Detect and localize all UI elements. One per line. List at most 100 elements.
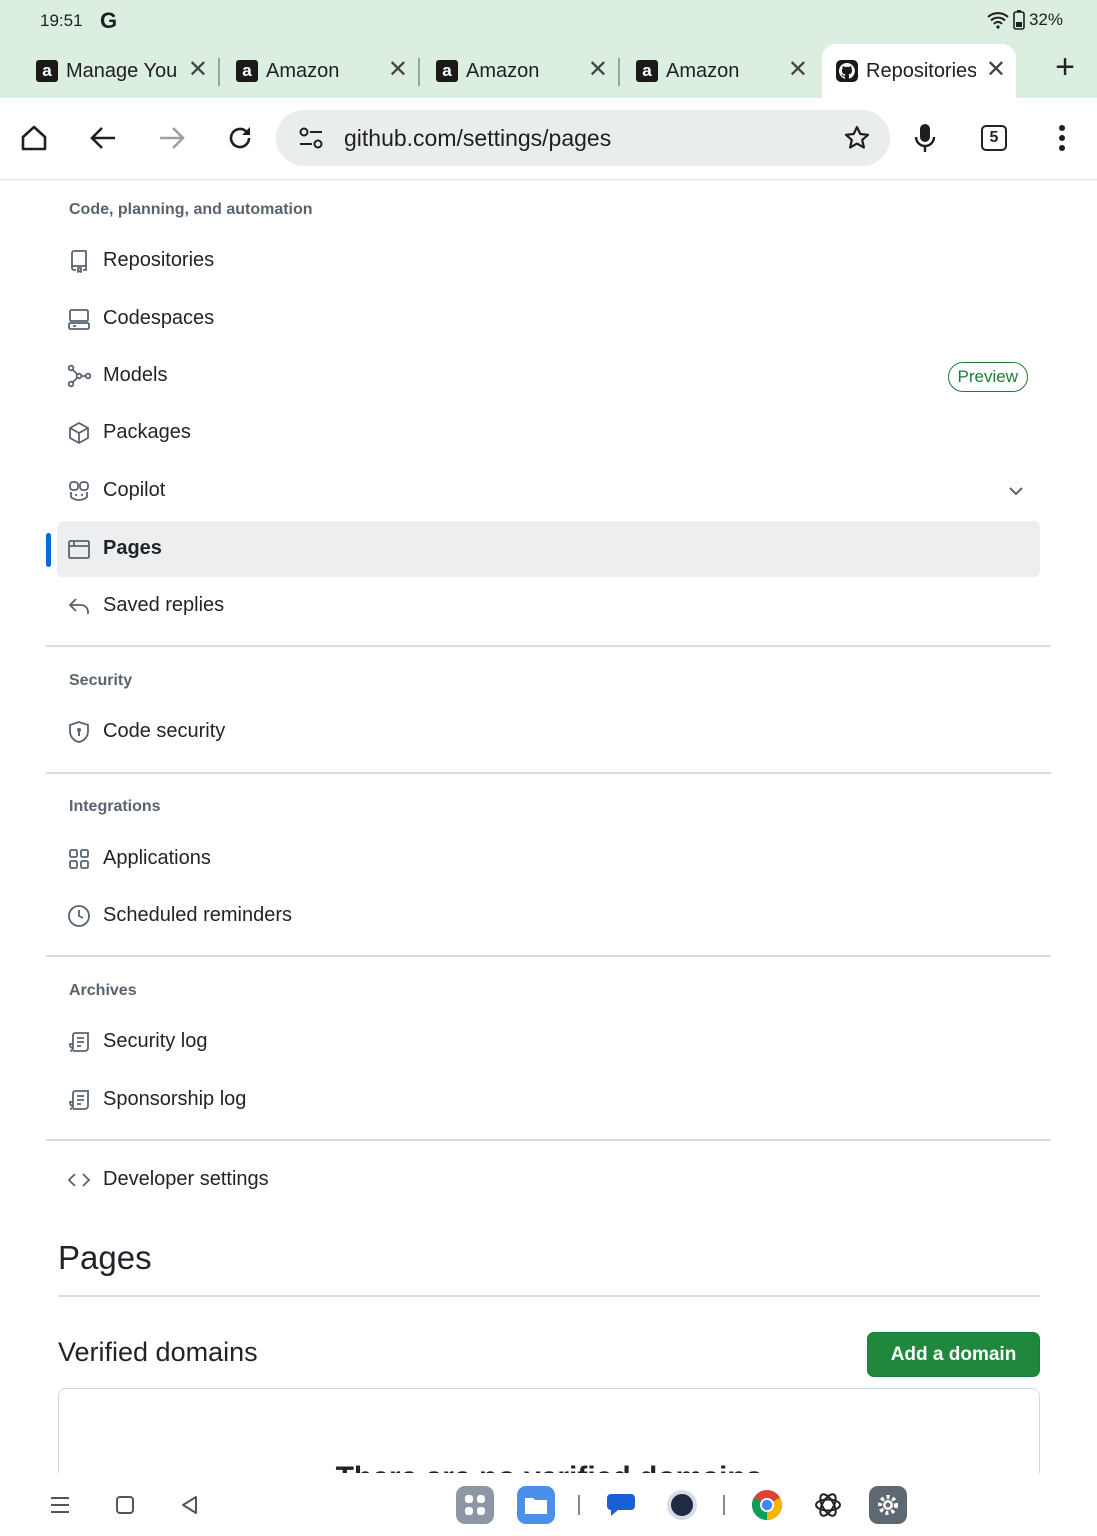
amazon-favicon-icon: a [636,60,658,82]
section-divider [46,772,1051,774]
sidebar-item-label: Codespaces [103,307,215,329]
tab-title: Repositories [866,59,976,82]
battery-percent: 32% [1028,10,1063,29]
reload-icon[interactable] [222,120,258,156]
section-heading-archives: Archives [69,982,137,999]
sidebar-item-label: Repositories [103,249,215,271]
sidebar-item-label: Developer settings [103,1168,269,1190]
close-tab-icon[interactable]: ✕ [188,58,208,82]
browser-tab[interactable]: a Amazon ✕ [636,44,818,98]
sidebar-item-label: Sponsorship log [103,1088,247,1110]
browser-tab[interactable]: a Amazon ✕ [236,44,418,98]
tab-divider [618,58,620,86]
sidebar-item-label: Copilot [103,479,166,501]
sidebar-item-sponsorship-log[interactable]: Sponsorship log [57,1072,1040,1128]
section-heading-security: Security [69,672,133,689]
address-bar[interactable]: github.com/settings/pages [276,110,890,166]
models-icon [67,364,91,388]
sidebar-item-packages[interactable]: Packages [57,405,1040,461]
chrome-app-icon[interactable] [747,1485,787,1525]
sidebar-item-developer-settings[interactable]: Developer settings [57,1152,1040,1208]
tab-divider [218,58,220,86]
tab-switcher-button[interactable]: 5 [976,120,1012,156]
battery-icon [1013,10,1025,30]
forward-icon[interactable] [154,120,190,156]
site-settings-icon[interactable] [298,126,324,150]
status-bar: 19:51 G 32% [0,0,1097,42]
bookmark-star-icon[interactable] [844,125,870,151]
app-drawer-icon[interactable] [455,1485,495,1525]
page-title: Pages [58,1239,152,1276]
chatgpt-app-icon[interactable] [808,1485,848,1525]
codespaces-icon [68,309,90,330]
camera-app-icon[interactable] [662,1485,702,1525]
verified-domains-heading: Verified domains [58,1337,258,1367]
reply-icon [68,598,89,614]
wifi-icon [987,12,1009,29]
sidebar-item-label: Applications [103,847,211,869]
taskbar-divider [578,1495,580,1515]
page-content: Code, planning, and automation Repositor… [0,181,1097,1473]
tab-title: Manage Your [66,59,176,82]
sidebar-item-pages[interactable]: Pages [57,521,1040,577]
status-icons: 32% [987,10,1063,30]
sidebar-item-applications[interactable]: Applications [57,831,1040,887]
sidebar-item-repositories[interactable]: Repositories [57,233,1040,289]
add-domain-button[interactable]: Add a domain [867,1332,1040,1377]
recents-icon[interactable] [105,1485,145,1525]
log-icon [69,1090,89,1110]
chevron-down-icon[interactable] [1006,481,1026,501]
tab-strip: a Manage Your ✕ a Amazon ✕ a Amazon ✕ a … [0,42,1097,98]
sidebar-item-saved-replies[interactable]: Saved replies [57,578,1040,634]
menu-icon[interactable] [40,1485,80,1525]
verified-domains-list: There are no verified domains [58,1388,1040,1473]
files-app-icon[interactable] [516,1485,556,1525]
sidebar-item-copilot[interactable]: Copilot [57,463,1040,519]
close-tab-icon[interactable]: ✕ [986,58,1006,82]
section-divider [46,645,1051,647]
new-tab-icon[interactable]: + [1055,50,1075,84]
tab-divider [418,58,420,86]
sidebar-item-code-security[interactable]: Code security [57,704,1040,760]
sidebar-item-label: Security log [103,1030,208,1052]
section-divider [46,955,1051,957]
copilot-icon [69,481,89,501]
clock: 19:51 [40,11,83,30]
sidebar-item-label: Pages [103,537,162,559]
more-menu-icon[interactable] [1044,120,1080,156]
shield-icon [69,721,89,743]
sidebar-item-codespaces[interactable]: Codespaces [57,291,1040,347]
system-taskbar [0,1473,1097,1536]
sidebar-item-label: Saved replies [103,594,225,616]
section-heading-integrations: Integrations [69,798,161,815]
taskbar-divider [723,1495,725,1515]
title-divider [58,1295,1040,1297]
package-icon [69,422,89,444]
home-icon[interactable] [16,120,52,156]
close-tab-icon[interactable]: ✕ [788,58,808,82]
browser-tab[interactable]: a Manage Your ✕ [36,44,218,98]
microphone-icon[interactable] [907,120,943,156]
sidebar-item-label: Packages [103,421,191,443]
tab-title: Amazon [266,59,340,82]
messages-app-icon[interactable] [601,1485,641,1525]
system-back-icon[interactable] [170,1485,210,1525]
browser-toolbar: github.com/settings/pages 5 [0,98,1097,180]
tab-title: Amazon [666,59,740,82]
close-tab-icon[interactable]: ✕ [588,58,608,82]
github-favicon-icon [836,60,858,82]
sidebar-item-scheduled-reminders[interactable]: Scheduled reminders [57,888,1040,944]
close-tab-icon[interactable]: ✕ [388,58,408,82]
browser-tab-active[interactable]: Repositories ✕ [822,44,1016,98]
log-icon [69,1032,89,1052]
url-text: github.com/settings/pages [344,125,612,151]
browser-tab[interactable]: a Amazon ✕ [436,44,618,98]
repo-icon [71,250,87,273]
sidebar-item-models[interactable]: Models Preview [57,348,1040,404]
back-icon[interactable] [85,120,121,156]
sidebar-item-security-log[interactable]: Security log [57,1014,1040,1070]
sidebar-item-label: Models [103,364,168,386]
settings-app-icon[interactable] [868,1485,908,1525]
amazon-favicon-icon: a [236,60,258,82]
amazon-favicon-icon: a [436,60,458,82]
